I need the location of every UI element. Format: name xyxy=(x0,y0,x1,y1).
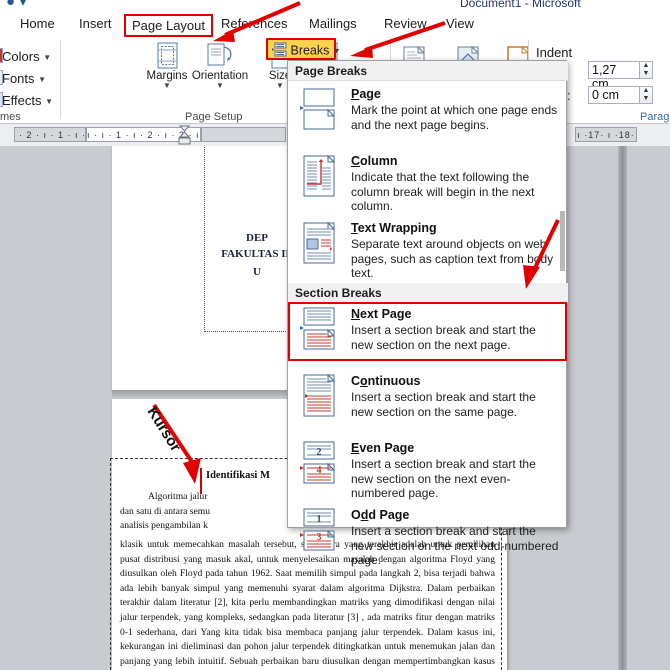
svg-text:4: 4 xyxy=(317,465,322,476)
tab-home[interactable]: Home xyxy=(14,14,61,33)
svg-text:3: 3 xyxy=(317,532,322,543)
menu-section-page-breaks: Page Breaks xyxy=(288,61,568,81)
indent-right-input[interactable]: 0 cm xyxy=(588,86,640,104)
theme-colors-icon xyxy=(0,48,3,63)
chevron-down-icon: ▼ xyxy=(216,81,224,90)
menu-item-page-desc: Mark the point at which one page ends an… xyxy=(351,103,558,132)
vertical-divider xyxy=(618,146,627,670)
menu-item-continuous-title: Continuous xyxy=(351,374,421,388)
indent-right-stepper[interactable]: ▲ ▼ xyxy=(640,86,653,104)
menu-item-odd-page-title: Odd Page xyxy=(351,508,410,522)
menu-item-even-page-title: Even Page xyxy=(351,441,415,455)
paragraph-group-label: Paragr xyxy=(640,111,670,123)
themes-group-label: mes xyxy=(0,111,21,123)
indent-marker-icon[interactable] xyxy=(178,125,191,145)
arrow-to-breaks-button xyxy=(350,21,446,58)
ruler-right-margin xyxy=(201,127,286,142)
ruler-left-margin: · 2 · ı · 1 · ı · xyxy=(14,127,86,142)
office-orb-icon[interactable]: ● ▾ xyxy=(6,0,27,10)
menu-item-page[interactable]: Page Mark the point at which one page en… xyxy=(288,85,568,147)
menu-item-even-page-desc: Insert a section break and start the new… xyxy=(351,457,536,500)
arrow-to-next-page-item xyxy=(523,219,560,289)
column-break-icon xyxy=(300,154,344,198)
chevron-down-icon: ▼ xyxy=(38,75,47,85)
menu-item-next-page-desc: Insert a section break and start the new… xyxy=(351,323,536,352)
theme-effects-button[interactable]: Effects ▼ xyxy=(0,92,54,108)
menu-item-continuous[interactable]: Continuous Insert a section break and st… xyxy=(288,373,568,436)
page-break-icon xyxy=(300,87,344,131)
tab-insert[interactable]: Insert xyxy=(73,14,118,33)
menu-item-text-wrapping-title: Text Wrapping xyxy=(351,221,437,235)
menu-item-page-title: Page xyxy=(351,87,381,101)
svg-text:2: 2 xyxy=(317,447,322,458)
menu-item-continuous-desc: Insert a section break and start the new… xyxy=(351,390,536,419)
arrow-to-page-layout-tab xyxy=(213,1,301,42)
text-wrapping-break-icon xyxy=(300,221,344,265)
title-bar: ● ▾ Document1 - Microsoft xyxy=(0,0,670,12)
theme-colors-button[interactable]: Colors ▼ xyxy=(0,48,52,64)
ruler-far-right: ı ·17· ı ·18· xyxy=(575,127,637,142)
document-title: Document1 - Microsoft xyxy=(460,0,581,10)
theme-effects-icon xyxy=(0,92,3,107)
chevron-down-icon: ▼ xyxy=(43,53,52,63)
margins-button[interactable]: Margins ▼ xyxy=(137,41,197,90)
chevron-down-icon: ▼ xyxy=(163,81,171,90)
menu-item-odd-page-desc: Insert a section break and start the new… xyxy=(351,524,559,567)
menu-item-next-page[interactable]: Next Page Insert a section break and sta… xyxy=(288,307,568,363)
indent-label: Indent xyxy=(536,45,573,60)
page-setup-group-label: Page Setup xyxy=(185,111,243,123)
menu-item-odd-page[interactable]: 1 3 Odd Page Insert a section break and … xyxy=(288,508,568,570)
menu-item-column-title: Column xyxy=(351,154,398,168)
indent-left-input[interactable]: 1,27 cm xyxy=(588,61,640,91)
indent-left-stepper[interactable]: ▲ ▼ xyxy=(640,61,653,79)
odd-page-break-icon: 1 3 xyxy=(300,508,344,552)
continuous-break-icon xyxy=(300,373,344,418)
margins-icon xyxy=(137,41,197,71)
theme-fonts-button[interactable]: Fonts ▼ xyxy=(0,70,47,86)
menu-item-next-page-title: Next Page xyxy=(351,307,412,321)
next-page-break-icon xyxy=(300,307,344,351)
svg-text:1: 1 xyxy=(317,514,322,525)
menu-item-even-page[interactable]: 2 4 Even Page Insert a section break and… xyxy=(288,441,568,503)
even-page-break-icon: 2 4 xyxy=(300,441,344,485)
theme-fonts-icon xyxy=(0,70,3,85)
chevron-down-icon: ▼ xyxy=(45,97,54,107)
menu-item-column-desc: Indicate that the text following the col… xyxy=(351,170,535,213)
menu-item-column[interactable]: Column Indicate that the text following … xyxy=(288,152,568,214)
